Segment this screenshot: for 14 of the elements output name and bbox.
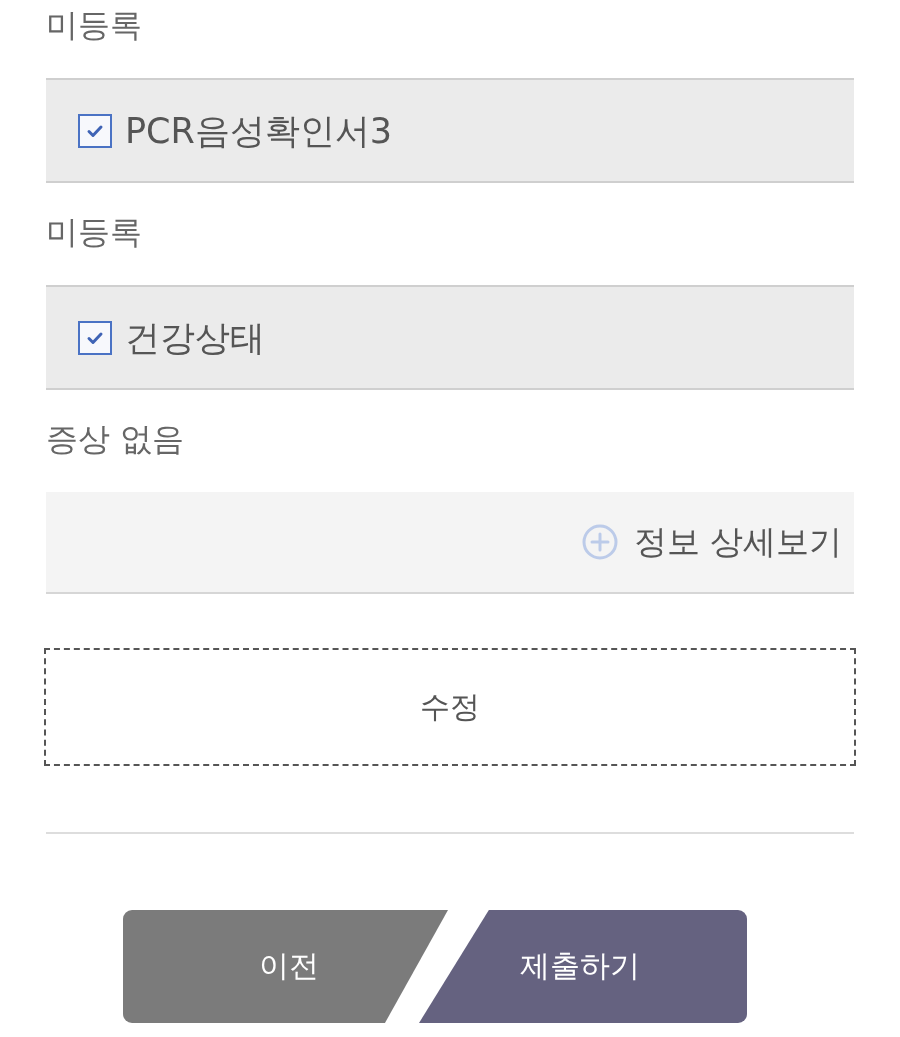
submit-button[interactable]: 제출하기 — [419, 910, 747, 1023]
item-label: PCR음성확인서3 — [125, 109, 393, 153]
previous-button[interactable]: 이전 — [123, 910, 448, 1023]
plus-circle-icon — [581, 524, 618, 560]
details-link[interactable]: 정보 상세보기 — [581, 520, 842, 564]
item-label: 건강상태 — [125, 316, 265, 360]
checkbox[interactable] — [78, 113, 112, 148]
checklist-item[interactable]: PCR음성확인서3 — [46, 78, 854, 183]
edit-button[interactable]: 수정 — [44, 648, 856, 766]
checkbox[interactable] — [78, 320, 112, 355]
status-text: 미등록 — [46, 213, 142, 251]
status-text: 증상 없음 — [46, 420, 185, 458]
status-text: 미등록 — [46, 6, 142, 44]
checklist-item[interactable]: 건강상태 — [46, 285, 854, 390]
